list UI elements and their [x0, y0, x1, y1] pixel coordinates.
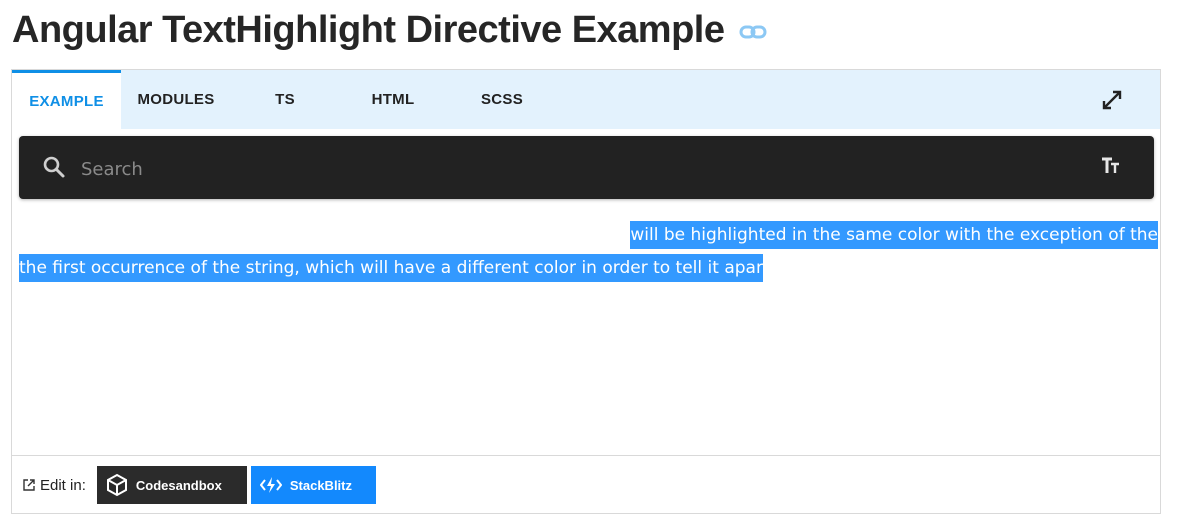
- highlight-span: will be highlighted in the same color wi…: [630, 221, 1158, 249]
- tab-modules[interactable]: MODULES: [121, 70, 231, 129]
- tab-ts[interactable]: TS: [231, 70, 339, 129]
- highlighted-text: will be highlighted in the same color wi…: [19, 219, 1159, 285]
- search-bar: [19, 136, 1154, 199]
- codesandbox-icon: [106, 473, 127, 497]
- text-line: the first occurrence of the string, whic…: [19, 252, 1159, 285]
- stackblitz-icon: [259, 477, 282, 493]
- codesandbox-label: Codesandbox: [135, 477, 222, 493]
- stackblitz-button[interactable]: StackBlitz: [250, 466, 376, 504]
- external-link-icon: [23, 479, 35, 491]
- stackblitz-label: StackBlitz: [289, 477, 352, 493]
- text-size-icon[interactable]: [1100, 156, 1122, 176]
- edit-in-label: Edit in:: [22, 477, 86, 494]
- expand-icon[interactable]: [1100, 88, 1124, 112]
- page-title: Angular TextHighlight Directive Example: [12, 8, 725, 51]
- tab-scss[interactable]: SCSS: [447, 70, 557, 129]
- highlight-span: the first occurrence of the string, whic…: [19, 254, 763, 282]
- edit-in-text: Edit in:: [40, 476, 86, 494]
- tab-html[interactable]: HTML: [339, 70, 447, 129]
- edit-in-footer: Edit in: Codesandbox StackBlitz: [22, 466, 376, 504]
- tab-bar: EXAMPLE MODULES TS HTML SCSS: [12, 70, 1160, 129]
- codesandbox-button[interactable]: Codesandbox: [96, 466, 247, 504]
- title-row: Angular TextHighlight Directive Example: [12, 6, 767, 54]
- search-icon: [42, 155, 66, 179]
- tab-example[interactable]: EXAMPLE: [12, 70, 121, 129]
- text-line: will be highlighted in the same color wi…: [19, 219, 1159, 252]
- search-input[interactable]: [79, 150, 1083, 188]
- footer-divider: [12, 455, 1160, 456]
- page: Angular TextHighlight Directive Example …: [0, 0, 1179, 518]
- example-viewer: EXAMPLE MODULES TS HTML SCSS Search will…: [11, 69, 1161, 514]
- link-icon[interactable]: [739, 24, 767, 40]
